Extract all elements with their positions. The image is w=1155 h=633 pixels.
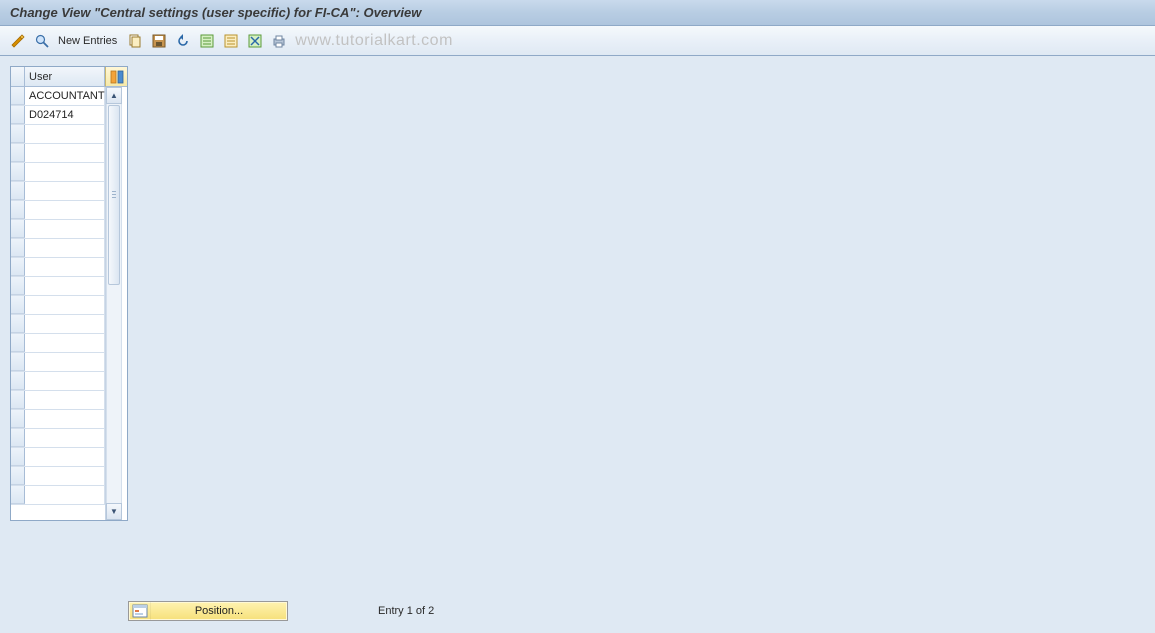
table-row bbox=[11, 486, 105, 505]
copy-icon[interactable] bbox=[125, 31, 145, 51]
cell-user[interactable] bbox=[25, 239, 105, 257]
table-row: D024714 bbox=[11, 106, 105, 125]
change-display-icon[interactable] bbox=[8, 31, 28, 51]
table-row bbox=[11, 391, 105, 410]
cell-user[interactable]: ACCOUNTANT1 bbox=[25, 87, 105, 105]
table-rows: ACCOUNTANT1D024714 bbox=[11, 87, 105, 520]
cell-user[interactable] bbox=[25, 144, 105, 162]
table-row bbox=[11, 125, 105, 144]
select-all-rows[interactable] bbox=[11, 67, 25, 86]
cell-user[interactable] bbox=[25, 467, 105, 485]
position-button-label: Position... bbox=[151, 605, 287, 617]
cell-user[interactable] bbox=[25, 410, 105, 428]
select-all-icon[interactable] bbox=[197, 31, 217, 51]
cell-user[interactable] bbox=[25, 486, 105, 504]
table-row bbox=[11, 372, 105, 391]
row-selector[interactable] bbox=[11, 201, 25, 219]
scroll-thumb[interactable] bbox=[108, 105, 120, 285]
row-selector[interactable] bbox=[11, 258, 25, 276]
row-selector[interactable] bbox=[11, 353, 25, 371]
watermark-text: www.tutorialkart.com bbox=[295, 32, 453, 50]
table-row bbox=[11, 163, 105, 182]
cell-user[interactable]: D024714 bbox=[25, 106, 105, 124]
deselect-all-icon[interactable] bbox=[221, 31, 241, 51]
scroll-down-icon[interactable]: ▼ bbox=[106, 503, 122, 520]
row-selector[interactable] bbox=[11, 163, 25, 181]
row-selector[interactable] bbox=[11, 315, 25, 333]
row-selector[interactable] bbox=[11, 296, 25, 314]
row-selector[interactable] bbox=[11, 144, 25, 162]
table-row bbox=[11, 277, 105, 296]
entry-status: Entry 1 of 2 bbox=[378, 605, 434, 617]
table-row bbox=[11, 201, 105, 220]
cell-user[interactable] bbox=[25, 391, 105, 409]
table-row bbox=[11, 334, 105, 353]
cell-user[interactable] bbox=[25, 201, 105, 219]
delete-icon[interactable] bbox=[245, 31, 265, 51]
vertical-scrollbar[interactable]: ▲ ▼ bbox=[105, 87, 122, 520]
table-row bbox=[11, 258, 105, 277]
scroll-track[interactable] bbox=[106, 104, 122, 503]
row-selector[interactable] bbox=[11, 429, 25, 447]
table-config-icon[interactable] bbox=[105, 67, 127, 87]
table-row: ACCOUNTANT1 bbox=[11, 87, 105, 106]
cell-user[interactable] bbox=[25, 334, 105, 352]
row-selector[interactable] bbox=[11, 277, 25, 295]
cell-user[interactable] bbox=[25, 258, 105, 276]
row-selector[interactable] bbox=[11, 182, 25, 200]
title-bar: Change View "Central settings (user spec… bbox=[0, 0, 1155, 26]
row-selector[interactable] bbox=[11, 334, 25, 352]
table-row bbox=[11, 220, 105, 239]
row-selector[interactable] bbox=[11, 372, 25, 390]
cell-user[interactable] bbox=[25, 125, 105, 143]
table-row bbox=[11, 353, 105, 372]
row-selector[interactable] bbox=[11, 106, 25, 124]
row-selector[interactable] bbox=[11, 87, 25, 105]
print-icon[interactable] bbox=[269, 31, 289, 51]
position-icon bbox=[129, 602, 151, 620]
cell-user[interactable] bbox=[25, 296, 105, 314]
cell-user[interactable] bbox=[25, 163, 105, 181]
new-entries-button[interactable]: New Entries bbox=[56, 35, 121, 47]
row-selector[interactable] bbox=[11, 220, 25, 238]
table-header: User bbox=[11, 67, 105, 87]
table-row bbox=[11, 239, 105, 258]
cell-user[interactable] bbox=[25, 182, 105, 200]
table-row bbox=[11, 182, 105, 201]
row-selector[interactable] bbox=[11, 125, 25, 143]
row-selector[interactable] bbox=[11, 239, 25, 257]
cell-user[interactable] bbox=[25, 277, 105, 295]
cell-user[interactable] bbox=[25, 315, 105, 333]
save-icon[interactable] bbox=[149, 31, 169, 51]
table-row bbox=[11, 144, 105, 163]
table-row bbox=[11, 315, 105, 334]
column-header-user[interactable]: User bbox=[25, 67, 105, 86]
user-table: User ACCOUNTANT1D024714 ▲ ▼ bbox=[10, 66, 128, 521]
footer: Position... Entry 1 of 2 bbox=[0, 588, 1155, 633]
table-row bbox=[11, 296, 105, 315]
cell-user[interactable] bbox=[25, 353, 105, 371]
table-row bbox=[11, 410, 105, 429]
position-button[interactable]: Position... bbox=[128, 601, 288, 621]
undo-icon[interactable] bbox=[173, 31, 193, 51]
scroll-up-icon[interactable]: ▲ bbox=[106, 87, 122, 104]
find-icon[interactable] bbox=[32, 31, 52, 51]
content-area: User ACCOUNTANT1D024714 ▲ ▼ bbox=[0, 56, 1155, 588]
cell-user[interactable] bbox=[25, 429, 105, 447]
table-row bbox=[11, 448, 105, 467]
row-selector[interactable] bbox=[11, 410, 25, 428]
cell-user[interactable] bbox=[25, 220, 105, 238]
row-selector[interactable] bbox=[11, 467, 25, 485]
row-selector[interactable] bbox=[11, 448, 25, 466]
table-row bbox=[11, 429, 105, 448]
cell-user[interactable] bbox=[25, 372, 105, 390]
page-title: Change View "Central settings (user spec… bbox=[10, 5, 421, 20]
cell-user[interactable] bbox=[25, 448, 105, 466]
table-row bbox=[11, 467, 105, 486]
toolbar: New Entries www.tutorialkart.com bbox=[0, 26, 1155, 56]
row-selector[interactable] bbox=[11, 486, 25, 504]
row-selector[interactable] bbox=[11, 391, 25, 409]
